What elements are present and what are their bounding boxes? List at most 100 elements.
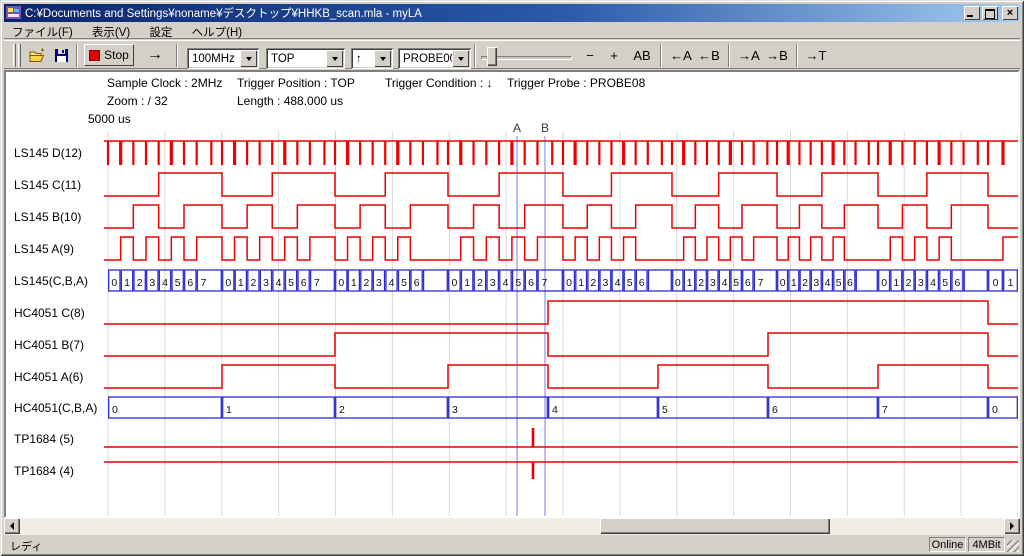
svg-text:7: 7 [882,404,888,416]
horizontal-scrollbar[interactable] [4,518,1020,535]
trace-label-LS145-D-12: LS145 D(12) [14,146,82,160]
zoom-out-button[interactable]: − [580,44,600,66]
svg-text:7: 7 [314,277,320,289]
trigger-edge-combo[interactable]: ↑ [351,48,393,69]
jump-trigger-button[interactable]: →T [804,44,828,66]
svg-text:3: 3 [918,277,924,289]
toolbar-grip[interactable] [13,44,16,67]
chevron-down-icon[interactable] [374,50,391,67]
trace-label-TP1684-5: TP1684 (5) [14,432,74,446]
svg-text:6: 6 [301,277,307,289]
svg-text:4: 4 [930,277,936,289]
svg-text:4: 4 [552,404,558,416]
svg-text:4: 4 [276,277,282,289]
floppy-disk-icon [54,48,69,63]
jump-b-left-button[interactable]: ←B [696,44,722,66]
waveform-canvas[interactable]: AB01234567012345670123456012345670123456… [6,72,1018,516]
zoom-in-button[interactable]: + [604,44,624,66]
svg-text:0: 0 [112,404,118,416]
open-button[interactable] [26,44,48,66]
row-TP1684-4 [104,462,1018,479]
trigger-probe-combo[interactable]: PROBE00 [398,48,471,69]
run-button[interactable]: → [142,44,168,66]
resize-grip[interactable] [1007,540,1019,552]
zoom-slider-thumb[interactable] [487,47,497,66]
zoom-ab-button[interactable]: AB [628,44,656,66]
svg-text:0: 0 [338,277,344,289]
minimize-button[interactable] [964,6,980,20]
svg-text:5: 5 [942,277,948,289]
svg-text:1: 1 [578,277,584,289]
svg-text:0: 0 [780,277,786,289]
chevron-down-icon[interactable] [452,50,469,67]
scrollbar-thumb[interactable] [600,518,830,534]
svg-text:0: 0 [881,277,887,289]
close-button[interactable]: × [1002,6,1018,20]
svg-text:4: 4 [503,277,509,289]
jump-a-right-button[interactable]: →A [736,44,762,66]
window-title: C:¥Documents and Settings¥noname¥デスクトップ¥… [25,5,422,21]
svg-text:1: 1 [893,277,899,289]
row-LS145-C-11 [104,173,1018,196]
jump-b-right-button[interactable]: →B [764,44,790,66]
stop-icon [89,50,100,61]
trace-label-LS145-C-11: LS145 C(11) [14,178,81,192]
status-memory: 4MBit [968,537,1005,552]
svg-text:3: 3 [149,277,155,289]
svg-text:2: 2 [363,277,369,289]
svg-text:7: 7 [541,277,547,289]
svg-text:1: 1 [351,277,357,289]
svg-text:5: 5 [401,277,407,289]
status-bar: レディ Online 4MBit [4,536,1020,553]
svg-text:6: 6 [528,277,534,289]
toolbar-separator4 [660,44,662,67]
svg-text:2: 2 [137,277,143,289]
svg-text:4: 4 [722,277,728,289]
trace-label-HC4051-B-7: HC4051 B(7) [14,338,84,352]
toolbar-grip2[interactable] [18,44,21,67]
trace-labels: LS145 D(12)LS145 C(11)LS145 B(10)LS145 A… [14,146,97,478]
trace-label-LS145-A-9: LS145 A(9) [14,242,74,256]
title-bar[interactable]: C:¥Documents and Settings¥noname¥デスクトップ¥… [4,4,1020,22]
row-HC4051-A-6 [104,365,1018,388]
svg-text:2: 2 [906,277,912,289]
svg-text:1: 1 [791,277,797,289]
svg-text:5: 5 [836,277,842,289]
triangle-left-icon [6,522,14,530]
svg-text:2: 2 [477,277,483,289]
svg-text:7: 7 [758,277,764,289]
stop-button[interactable]: Stop [84,44,134,66]
maximize-button[interactable] [982,6,998,20]
menu-bar: ファイル(F) 表示(V) 設定 ヘルプ(H) [4,23,1020,39]
scroll-left-button[interactable] [4,518,20,534]
app-icon [6,6,22,20]
row-HC4051-B-7 [104,333,1018,356]
toolbar-separator [76,44,78,67]
svg-text:4: 4 [615,277,621,289]
scroll-right-button[interactable] [1004,518,1020,534]
row-LS145-A-9 [104,237,1018,260]
svg-text:3: 3 [263,277,269,289]
trigger-position-combo[interactable]: TOP [266,48,345,69]
run-arrow-icon: → [147,46,163,64]
svg-text:4: 4 [162,277,168,289]
svg-text:6: 6 [847,277,853,289]
waveform-client: Sample Clock : 2MHz Trigger Position : T… [4,70,1020,518]
svg-text:0: 0 [993,277,999,289]
svg-text:1: 1 [238,277,244,289]
jump-a-left-button[interactable]: ←A [668,44,694,66]
sample-rate-combo[interactable]: 100MHz [187,48,259,69]
chevron-down-icon[interactable] [240,50,257,67]
cursors: AB [513,121,549,516]
svg-text:6: 6 [955,277,961,289]
toolbar-separator2 [176,44,178,67]
toolbar-separator3 [474,44,476,67]
toolbar-separator5 [728,44,730,67]
chevron-down-icon[interactable] [326,50,343,67]
row-LS145-D-12 [104,141,1018,165]
svg-text:1: 1 [464,277,470,289]
svg-text:5: 5 [733,277,739,289]
svg-text:1: 1 [226,404,232,416]
svg-text:0: 0 [111,277,117,289]
save-button[interactable] [50,44,72,66]
